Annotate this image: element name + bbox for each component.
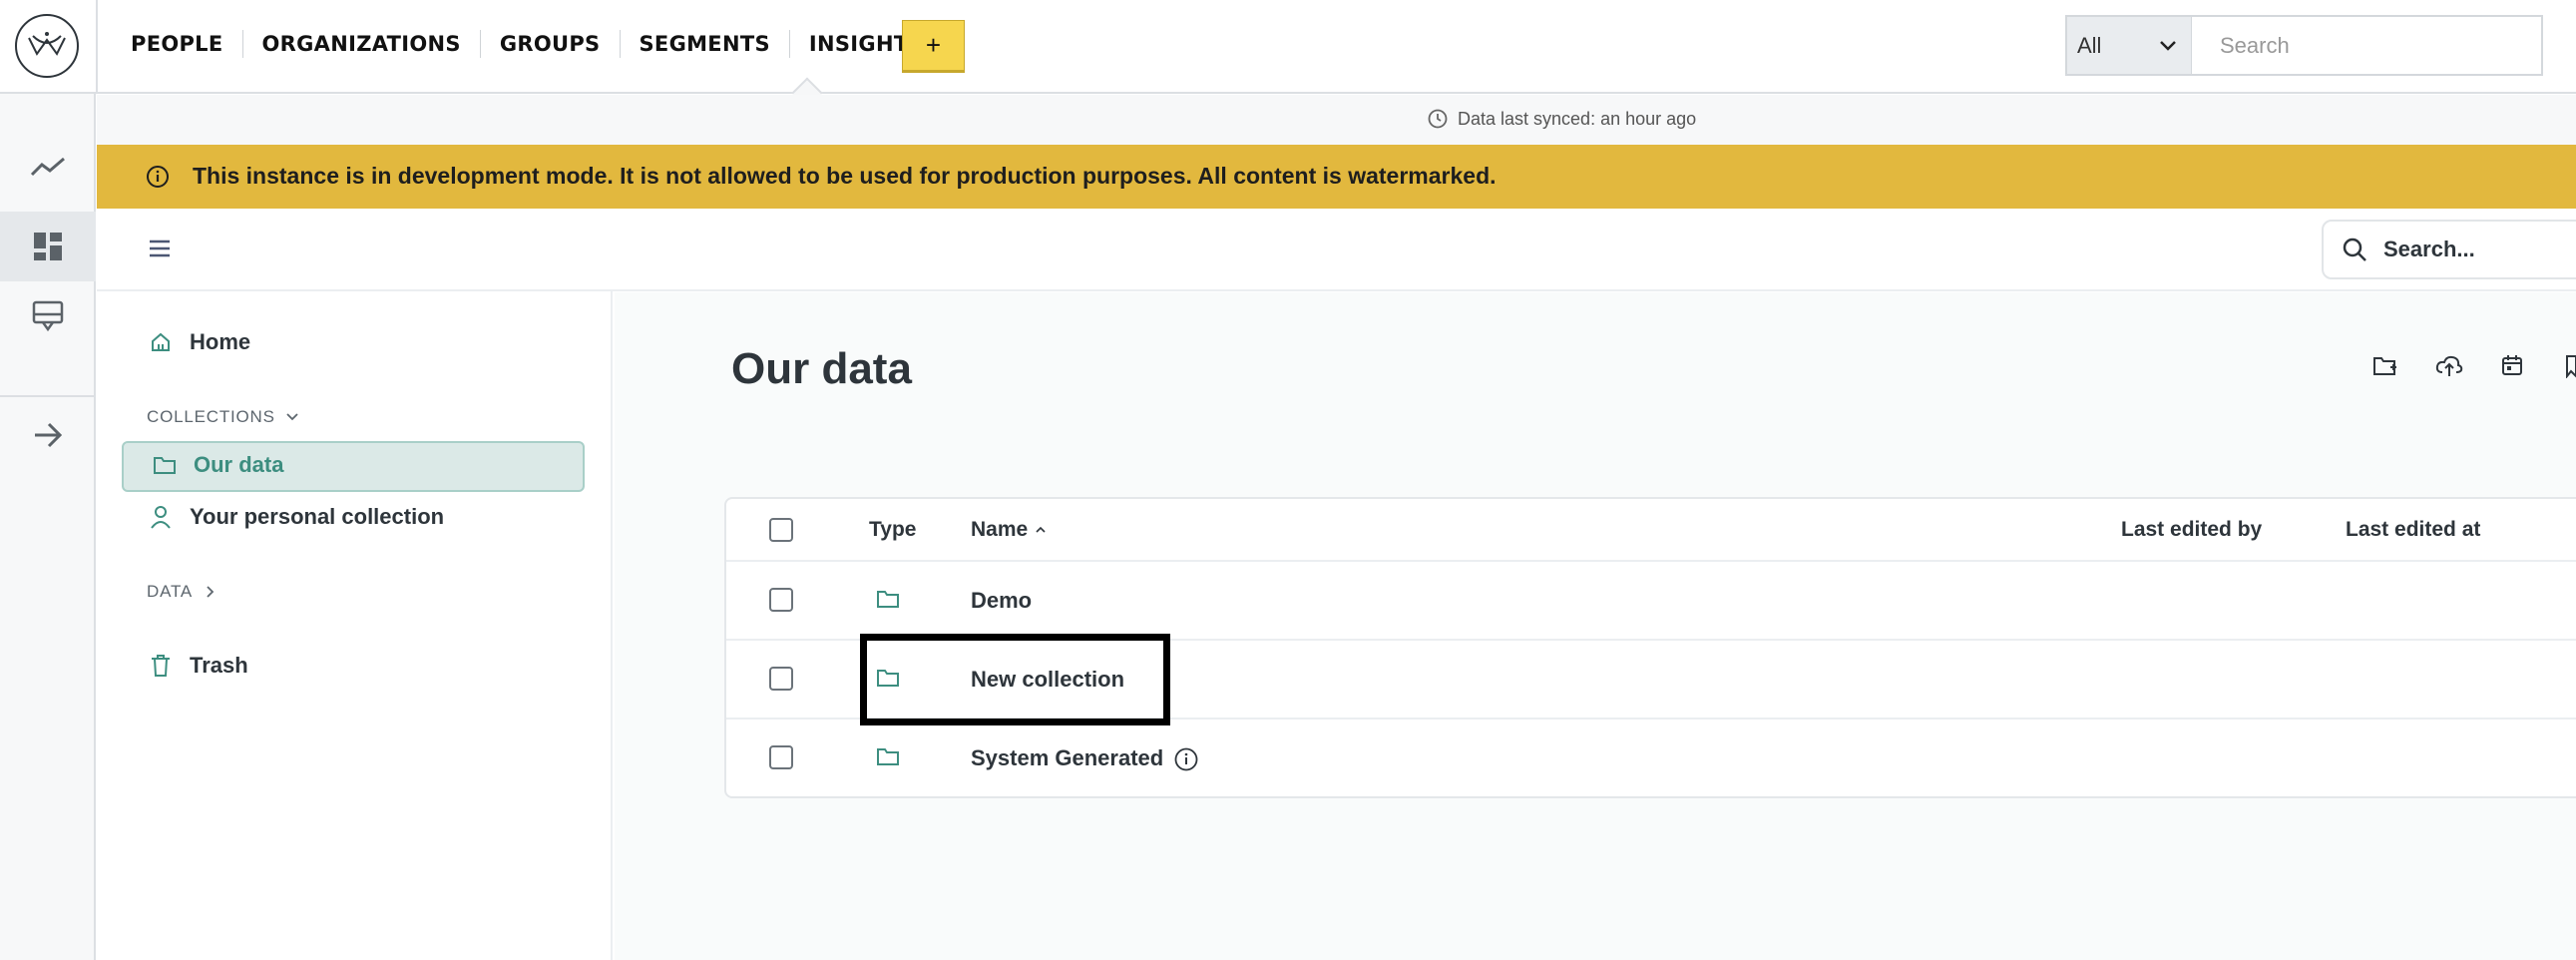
chevron-right-icon	[207, 586, 215, 598]
row-checkbox[interactable]	[769, 745, 793, 769]
add-button[interactable]: +	[902, 20, 965, 71]
global-search-input[interactable]: Search	[2192, 15, 2543, 76]
collections-heading-text: COLLECTIONS	[147, 407, 275, 426]
table-row[interactable]: Demo	[726, 562, 2576, 641]
clock-icon	[1428, 109, 1448, 129]
app-search-input[interactable]: Search...	[2322, 220, 2576, 279]
dev-mode-banner: This instance is in development mode. It…	[97, 145, 2576, 209]
trend-line-icon[interactable]	[0, 132, 96, 202]
app-header: Search...	[97, 209, 2576, 291]
search-scope-select[interactable]: All	[2065, 15, 2193, 76]
sync-status-bar: Data last synced: an hour ago	[97, 95, 2576, 145]
collections-heading[interactable]: COLLECTIONS	[147, 407, 299, 427]
sidebar-item-label: Trash	[190, 653, 248, 678]
sidebar-item-trash[interactable]: Trash	[148, 653, 248, 679]
dashboard-icon[interactable]	[0, 212, 96, 281]
main-content: Our data Type Name Last edited by Last e…	[615, 292, 2576, 960]
chevron-down-icon	[286, 413, 298, 421]
sidebar-item-personal-collection[interactable]: Your personal collection	[148, 504, 444, 530]
calendar-icon[interactable]	[2501, 354, 2523, 376]
sidebar-item-label: Your personal collection	[190, 504, 445, 529]
nav-link-people[interactable]: PEOPLE	[131, 30, 243, 58]
sidebar-item-home[interactable]: Home	[148, 329, 250, 355]
annotation-highlight-box	[860, 634, 1170, 725]
row-checkbox[interactable]	[769, 667, 793, 691]
expand-arrow-icon[interactable]	[0, 400, 96, 470]
select-all-checkbox[interactable]	[769, 518, 793, 542]
rail-divider	[0, 395, 96, 397]
app-search-placeholder: Search...	[2383, 237, 2475, 261]
left-rail	[0, 94, 96, 960]
search-scope-value: All	[2077, 32, 2102, 58]
sync-status-text: Data last synced: an hour ago	[1458, 109, 1697, 129]
folder-icon	[152, 455, 178, 475]
hamburger-menu-icon[interactable]	[149, 239, 171, 258]
folder-icon	[877, 591, 899, 608]
page-title: Our data	[731, 344, 912, 393]
upload-icon[interactable]	[2435, 354, 2463, 378]
top-navigation: PEOPLE ORGANIZATIONS GROUPS SEGMENTS INS…	[0, 0, 2576, 109]
person-icon	[148, 505, 174, 529]
table-header: Type Name Last edited by Last edited at	[726, 499, 2576, 562]
kiosk-icon[interactable]	[0, 281, 96, 351]
info-icon[interactable]	[1173, 746, 1199, 772]
row-name-link[interactable]: Demo	[971, 588, 1032, 614]
nav-link-organizations[interactable]: ORGANIZATIONS	[243, 30, 481, 58]
global-search-placeholder: Search	[2220, 32, 2290, 58]
logo-divider	[96, 0, 98, 94]
info-icon	[147, 166, 169, 188]
column-header-last-edited-by[interactable]: Last edited by	[2121, 518, 2262, 542]
column-header-name[interactable]: Name	[971, 518, 1048, 542]
collections-sidebar: Home COLLECTIONS Our data Your personal …	[97, 291, 613, 960]
dev-mode-message: This instance is in development mode. It…	[193, 163, 1497, 189]
sidebar-item-our-data[interactable]: Our data	[152, 452, 283, 478]
main-nav-links: PEOPLE ORGANIZATIONS GROUPS SEGMENTS INS…	[131, 30, 943, 58]
folder-icon	[877, 748, 899, 765]
table-row[interactable]: System Generated	[726, 720, 2576, 798]
column-header-name-text: Name	[971, 518, 1029, 541]
chevron-down-icon	[2160, 41, 2176, 51]
sort-ascending-icon	[1036, 526, 1046, 533]
sidebar-item-label: Home	[190, 329, 251, 354]
trash-icon	[148, 655, 174, 677]
sidebar-item-label: Our data	[194, 452, 284, 477]
nav-link-groups[interactable]: GROUPS	[481, 30, 621, 58]
data-heading[interactable]: DATA	[147, 582, 216, 602]
column-header-last-edited-at[interactable]: Last edited at	[2346, 518, 2480, 542]
row-name-link[interactable]: System Generated	[971, 745, 1163, 771]
home-icon	[148, 331, 174, 353]
bookmark-icon[interactable]	[2565, 354, 2576, 378]
search-icon	[2343, 238, 2366, 261]
nav-link-segments[interactable]: SEGMENTS	[621, 30, 790, 58]
logo-icon[interactable]	[15, 14, 79, 78]
new-folder-icon[interactable]	[2372, 354, 2398, 378]
column-header-type[interactable]: Type	[869, 518, 916, 542]
row-checkbox[interactable]	[769, 588, 793, 612]
data-heading-text: DATA	[147, 582, 194, 601]
